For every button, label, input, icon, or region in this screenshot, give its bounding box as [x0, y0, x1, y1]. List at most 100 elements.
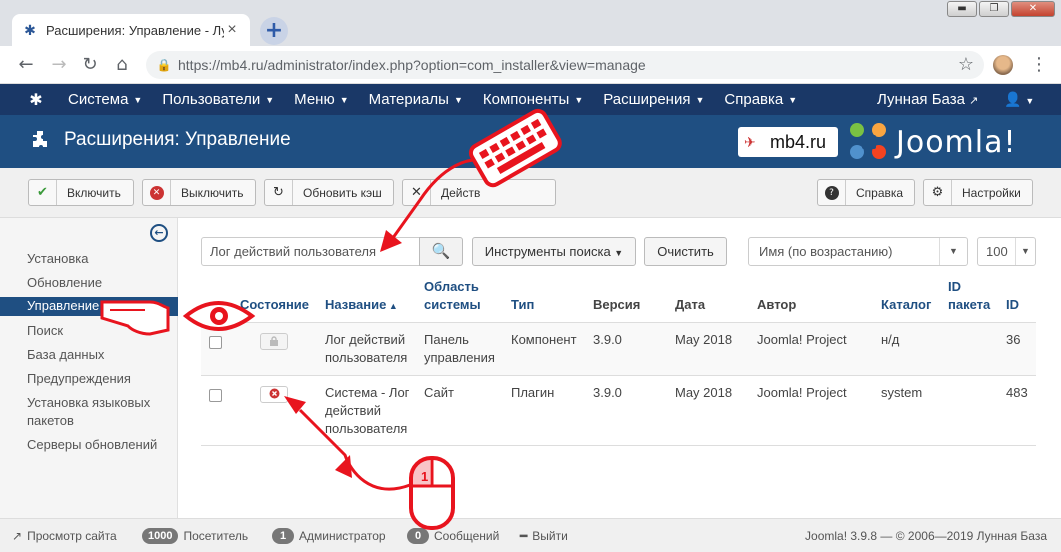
sidebar-item-warnings[interactable]: Предупреждения	[27, 370, 172, 388]
admin-menu: Система ▼ Пользователи ▼ Меню ▼ Материалы ▼ …	[68, 84, 817, 115]
sidebar-item-discover[interactable]: Поиск	[27, 322, 172, 340]
close-window-button[interactable]: ✕	[1011, 1, 1055, 17]
cell-name[interactable]: Система - Лог действий пользователя	[325, 384, 417, 438]
disable-button[interactable]: ✕ Выключить	[142, 179, 256, 206]
th-id[interactable]: ID	[1006, 296, 1019, 314]
cell-id: 36	[1006, 332, 1021, 347]
menu-help[interactable]: Справка ▼	[724, 84, 797, 115]
enable-button[interactable]: ✔ Включить	[28, 179, 134, 206]
refresh-icon: ↻	[265, 180, 293, 205]
reload-icon[interactable]: ↻	[78, 53, 102, 77]
caret-down-icon: ▼	[574, 94, 584, 105]
search-button[interactable]: 🔍	[419, 237, 463, 266]
mb4-logo: ✈ mb4.ru	[738, 127, 838, 157]
cell-date: May 2018	[675, 332, 733, 347]
sort-asc-icon: ▲	[386, 301, 398, 311]
address-bar[interactable]: 🔒 https://mb4.ru/administrator/index.php…	[146, 51, 984, 79]
sidebar-item-update-sites[interactable]: Серверы обновлений	[27, 436, 172, 454]
menu-content[interactable]: Материалы ▼	[369, 84, 463, 115]
caret-down-icon: ▼	[939, 238, 967, 265]
th-name[interactable]: Название ▲	[325, 296, 398, 315]
caret-down-icon: ▼	[1015, 238, 1035, 265]
messages-link[interactable]: 0 Сообщений	[407, 528, 499, 544]
cell-type: Плагин	[511, 385, 555, 400]
sidebar-item-manage[interactable]: Управление	[0, 297, 178, 316]
home-icon[interactable]: ⌂	[110, 53, 134, 77]
menu-extensions[interactable]: Расширения ▼	[603, 84, 704, 115]
menu-users[interactable]: Пользователи ▼	[162, 84, 274, 115]
joomla-logo-icon[interactable]: ✱	[26, 90, 46, 110]
new-tab-button[interactable]: +	[260, 17, 288, 45]
messages-badge: 0	[407, 528, 429, 544]
th-area[interactable]: Область системы	[424, 278, 494, 314]
view-site-link[interactable]: ↗ Просмотр сайта	[12, 528, 117, 544]
browser-tabstrip: ▬ ❐ ✕ ✱ Расширения: Управление - Лунна ×…	[0, 0, 1061, 46]
search-icon: 🔍	[431, 242, 451, 260]
caret-down-icon: ▼	[453, 94, 463, 105]
maximize-button[interactable]: ❐	[979, 1, 1009, 17]
mb4-mark-icon: ✈	[744, 134, 756, 150]
browser-toolbar: ← → ↻ ⌂ 🔒 https://mb4.ru/administrator/i…	[0, 46, 1061, 84]
site-link[interactable]: Лунная База ↗	[877, 84, 978, 117]
joomla-logo: Joomla!	[850, 123, 1017, 161]
back-icon[interactable]: ←	[14, 53, 38, 77]
th-type[interactable]: Тип	[511, 296, 534, 314]
refresh-cache-button[interactable]: ↻ Обновить кэш	[264, 179, 394, 206]
profile-avatar[interactable]	[993, 55, 1013, 75]
menu-system[interactable]: Система ▼	[68, 84, 142, 115]
sidebar-item-install[interactable]: Установка	[27, 250, 172, 268]
forward-icon[interactable]: →	[47, 53, 71, 77]
settings-button[interactable]: ⚙ Настройки	[923, 179, 1033, 206]
page-title: Расширения: Управление	[64, 129, 291, 150]
question-icon: ?	[818, 180, 846, 205]
menu-menus[interactable]: Меню ▼	[294, 84, 348, 115]
cell-author: Joomla! Project	[757, 385, 847, 400]
th-package-id[interactable]: ID пакета	[948, 278, 998, 314]
limit-select[interactable]: 100 ▼	[977, 237, 1036, 266]
window-controls: ▬ ❐ ✕	[947, 1, 1055, 17]
th-date: Дата	[675, 297, 706, 312]
browser-menu-icon[interactable]: ⋮	[1030, 54, 1048, 76]
status-toggle-button[interactable]	[260, 386, 288, 403]
close-tab-icon[interactable]: ×	[224, 21, 240, 39]
caret-down-icon: ▼	[339, 94, 349, 105]
browser-tab[interactable]: ✱ Расширения: Управление - Лунна ×	[12, 14, 250, 46]
sidebar-item-database[interactable]: База данных	[27, 346, 172, 364]
minus-icon: ━	[520, 529, 528, 543]
cell-folder: system	[881, 385, 923, 400]
mouse-button-number: 1	[421, 469, 428, 484]
user-icon: 👤	[1004, 91, 1022, 107]
cell-name[interactable]: Лог действий пользователя	[325, 331, 417, 367]
search-tools-button[interactable]: Инструменты поиска ▼	[472, 237, 636, 266]
status-footer: ↗ Просмотр сайта 1000 Посетитель 1 Админист…	[0, 518, 1061, 552]
admins-link[interactable]: 1 Администратор	[272, 528, 386, 544]
disable-icon: ✕	[143, 180, 171, 205]
th-status[interactable]: Состояние	[240, 296, 309, 314]
th-version: Версия	[593, 297, 641, 312]
search-input[interactable]: Лог действий пользователя	[201, 237, 420, 266]
minimize-button[interactable]: ▬	[947, 1, 977, 17]
arrow-flourish-icon	[335, 455, 352, 478]
actions-button[interactable]: ✕ Действ	[402, 179, 556, 206]
sidebar-item-update[interactable]: Обновление	[27, 274, 172, 292]
row-checkbox[interactable]	[209, 336, 222, 349]
sort-select[interactable]: Имя (по возрастанию) ▼	[748, 237, 968, 266]
logout-link[interactable]: ━ Выйти	[520, 528, 568, 544]
help-button[interactable]: ? Справка	[817, 179, 915, 206]
clear-button[interactable]: Очистить	[644, 237, 727, 266]
external-link-icon: ↗	[12, 529, 23, 543]
collapse-sidebar-icon[interactable]: ←	[150, 224, 168, 242]
bookmark-star-icon[interactable]: ☆	[958, 54, 974, 75]
cell-author: Joomla! Project	[757, 332, 847, 347]
user-menu[interactable]: 👤 ▼	[1004, 84, 1034, 117]
tab-title: Расширения: Управление - Лунна	[46, 22, 224, 38]
caret-down-icon: ▼	[265, 94, 275, 105]
disabled-status-icon	[269, 387, 280, 402]
visitors-link[interactable]: 1000 Посетитель	[142, 528, 248, 544]
sidebar-item-languages[interactable]: Установка языковых пакетов	[27, 394, 172, 430]
cell-version: 3.9.0	[593, 332, 622, 347]
lock-icon: 🔒	[156, 58, 172, 72]
menu-components[interactable]: Компоненты ▼	[483, 84, 583, 115]
row-checkbox[interactable]	[209, 389, 222, 402]
th-folder[interactable]: Каталог	[881, 296, 931, 314]
